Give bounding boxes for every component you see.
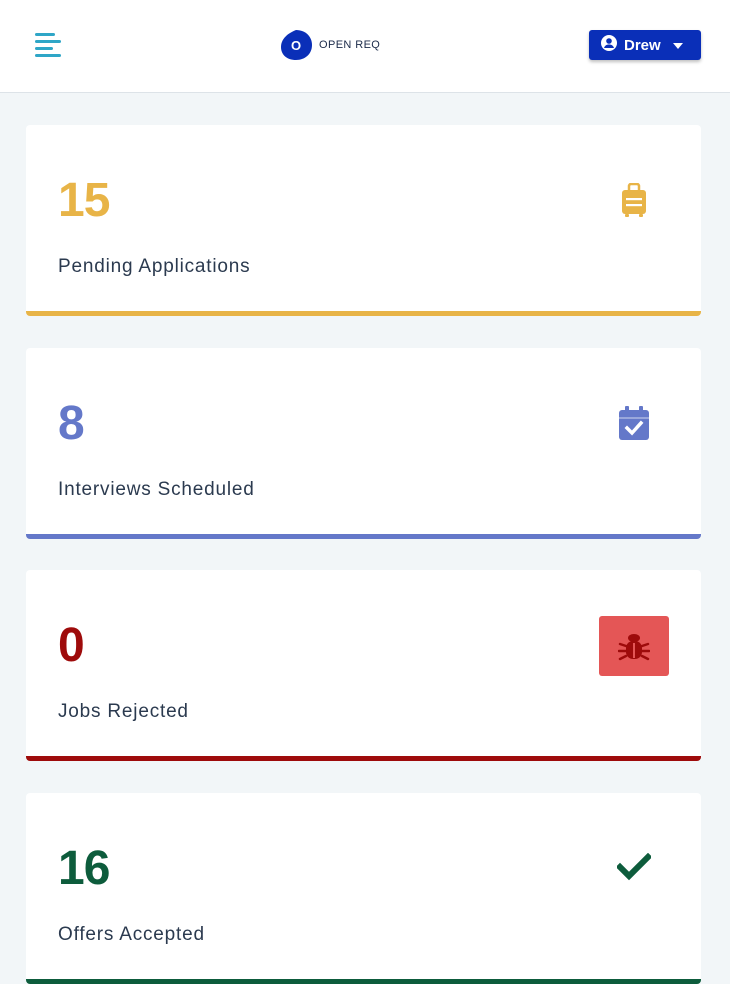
card-accent-bar [26, 311, 701, 316]
stat-count: 0 [58, 619, 85, 672]
card-accent-bar [26, 979, 701, 984]
logo-mark-icon: O [280, 29, 312, 61]
stat-label: Offers Accepted [58, 924, 205, 945]
open-req-logo[interactable]: O OPEN REQ [280, 29, 380, 61]
top-navigation-bar: O OPEN REQ Drew [0, 0, 730, 93]
stat-card-pending-applications[interactable]: 15 Pending Applications [26, 125, 701, 316]
stat-label: Interviews Scheduled [58, 479, 255, 500]
bug-icon [599, 616, 669, 676]
stat-card-jobs-rejected[interactable]: 0 Jobs Rejected [26, 570, 701, 761]
svg-text:O: O [291, 38, 301, 53]
calendar-check-icon [619, 406, 649, 440]
stat-count: 15 [58, 174, 110, 227]
card-accent-bar [26, 534, 701, 539]
stat-label: Pending Applications [58, 256, 251, 277]
stat-count: 16 [58, 842, 110, 895]
card-accent-bar [26, 756, 701, 761]
logo-text: OPEN REQ [319, 39, 381, 51]
caret-down-icon [672, 36, 683, 54]
stat-label: Jobs Rejected [58, 701, 189, 722]
stat-count: 8 [58, 397, 85, 450]
user-circle-icon [601, 34, 617, 56]
user-name: Drew [624, 36, 661, 54]
stat-card-offers-accepted[interactable]: 16 Offers Accepted [26, 793, 701, 984]
stat-card-interviews-scheduled[interactable]: 8 Interviews Scheduled [26, 348, 701, 539]
hamburger-menu-icon[interactable] [35, 32, 61, 58]
suitcase-icon [622, 183, 646, 217]
user-menu-button[interactable]: Drew [589, 30, 701, 60]
check-icon [617, 853, 651, 881]
